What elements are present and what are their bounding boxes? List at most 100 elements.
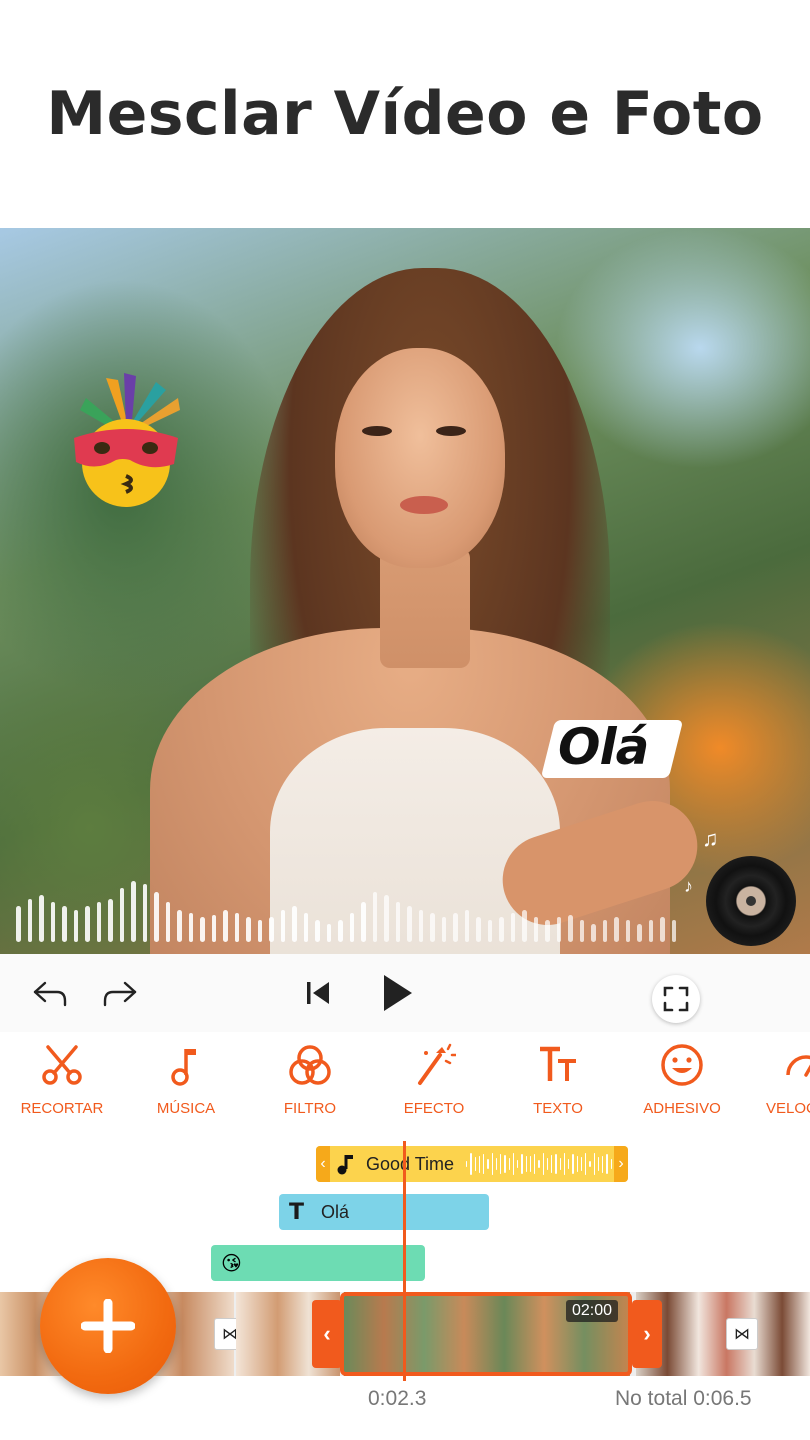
fullscreen-button[interactable] <box>652 975 700 1023</box>
waveform-bar <box>499 917 504 942</box>
mini-waveform-bar <box>602 1155 604 1173</box>
mini-waveform-bar <box>589 1161 591 1167</box>
timeline-playhead[interactable] <box>403 1141 406 1381</box>
waveform-bar <box>234 913 239 942</box>
waveform-bar <box>292 906 297 942</box>
waveform-bar <box>39 895 44 942</box>
mini-waveform-bar <box>474 1156 476 1172</box>
music-track-title: Good Time <box>366 1154 455 1174</box>
waveform-bar <box>648 920 653 942</box>
waveform-bar <box>303 913 308 942</box>
waveform-bar <box>625 920 630 942</box>
tool-label: MÚSICA <box>156 1100 216 1117</box>
waveform-bar <box>73 910 78 942</box>
preview-subject-face <box>335 348 505 568</box>
mini-waveform-bar <box>546 1157 548 1171</box>
vinyl-record-icon[interactable] <box>706 856 796 946</box>
text-sticker-ola[interactable]: Olá <box>540 712 688 784</box>
waveform-bar <box>16 906 21 942</box>
mask-emoji-sticker[interactable] <box>66 368 186 508</box>
plus-icon <box>81 1299 135 1353</box>
tool-efecto[interactable]: EFECTO <box>372 1032 496 1132</box>
play-icon <box>384 975 412 1011</box>
mini-waveform-bar <box>529 1156 531 1172</box>
mini-waveform-bar <box>491 1153 493 1175</box>
waveform-bar <box>660 917 665 942</box>
mini-waveform-bar <box>470 1153 472 1175</box>
mini-waveform-bar <box>551 1154 553 1174</box>
redo-button[interactable] <box>96 954 144 1032</box>
skip-back-icon <box>307 982 329 1004</box>
waveform-bar <box>108 899 113 942</box>
mini-waveform-bar <box>610 1159 612 1169</box>
current-time: 0:02.3 <box>368 1387 427 1410</box>
waveform-bar <box>591 924 596 942</box>
mini-waveform-bar <box>508 1157 510 1171</box>
text-t-icon: T <box>289 1200 305 1225</box>
music-track[interactable]: ‹ Good Time › <box>316 1146 628 1182</box>
mini-waveform-bar <box>512 1153 514 1175</box>
tool-texto[interactable]: TEXTO <box>496 1032 620 1132</box>
waveform-bar <box>441 917 446 942</box>
tool-label: VELOC <box>766 1100 810 1117</box>
clip-thumbnail[interactable] <box>636 1292 810 1376</box>
tool-recortar[interactable]: RECORTAR <box>0 1032 124 1132</box>
undo-icon <box>33 981 67 1007</box>
mini-waveform-bar <box>534 1153 536 1175</box>
text-track[interactable]: T Olá <box>279 1194 489 1230</box>
play-button[interactable] <box>372 954 422 1032</box>
waveform-bar <box>223 910 228 942</box>
tool-veloc[interactable]: VELOC <box>744 1032 810 1132</box>
waveform-bar <box>361 902 366 942</box>
tool-adhesivo[interactable]: ADHESIVO <box>620 1032 744 1132</box>
tool-musica[interactable]: MÚSICA <box>124 1032 248 1132</box>
mini-waveform-bar <box>478 1155 480 1173</box>
waveform-bar <box>453 913 458 942</box>
filter-circles-icon <box>289 1045 331 1085</box>
mini-waveform-bar <box>585 1153 587 1175</box>
mini-waveform-bar <box>500 1154 502 1174</box>
clip-trim-left-handle[interactable]: ‹ <box>312 1300 342 1368</box>
add-media-button[interactable] <box>40 1258 176 1394</box>
music-track-left-handle[interactable]: ‹ <box>316 1146 330 1182</box>
mini-waveform-bar <box>572 1153 574 1175</box>
tool-label: FILTRO <box>283 1100 337 1117</box>
waveform-bar <box>188 913 193 942</box>
mini-waveform-bar <box>517 1160 519 1168</box>
waveform-bar <box>522 910 527 942</box>
undo-button[interactable] <box>26 954 74 1032</box>
skip-back-button[interactable] <box>296 954 340 1032</box>
mini-waveform-bar <box>568 1159 570 1169</box>
preview-eye-left <box>362 426 392 436</box>
app-screen: Mesclar Vídeo e Foto Olá ♫ ♪ RECORTAR MÚ… <box>0 0 810 1440</box>
waveform-bar <box>96 902 101 942</box>
music-track-right-handle[interactable]: › <box>614 1146 628 1182</box>
mini-waveform-bar <box>525 1156 527 1172</box>
mini-waveform-bar <box>466 1161 468 1167</box>
video-preview[interactable]: Olá ♫ ♪ <box>0 228 810 954</box>
music-note-small-icon: ♪ <box>684 876 693 896</box>
waveform-bar <box>545 920 550 942</box>
waveform-bar <box>487 920 492 942</box>
waveform-bar <box>533 917 538 942</box>
mini-waveform-bar <box>495 1158 497 1170</box>
waveform-bar <box>177 910 182 942</box>
waveform-bar <box>430 913 435 942</box>
sticker-track[interactable]: 😘 <box>211 1245 425 1281</box>
tool-filtro[interactable]: FILTRO <box>248 1032 372 1132</box>
tool-label: RECORTAR <box>20 1100 104 1117</box>
text-track-title: Olá <box>321 1202 350 1222</box>
clip-duration-badge: 02:00 <box>566 1300 619 1322</box>
waveform-bar <box>257 920 262 942</box>
clip-trim-right-handle[interactable]: › <box>632 1300 662 1368</box>
mini-waveform-bar <box>597 1156 599 1172</box>
preview-lips <box>400 496 448 514</box>
waveform-bar <box>315 920 320 942</box>
preview-eye-right <box>436 426 466 436</box>
mini-waveform-bar <box>542 1153 544 1175</box>
waveform-bar <box>579 920 584 942</box>
waveform-bar <box>476 917 481 942</box>
transition-icon[interactable]: ⋈ <box>726 1318 758 1350</box>
text-sticker-label: Olá <box>558 718 649 776</box>
mini-waveform-bar <box>483 1153 485 1175</box>
